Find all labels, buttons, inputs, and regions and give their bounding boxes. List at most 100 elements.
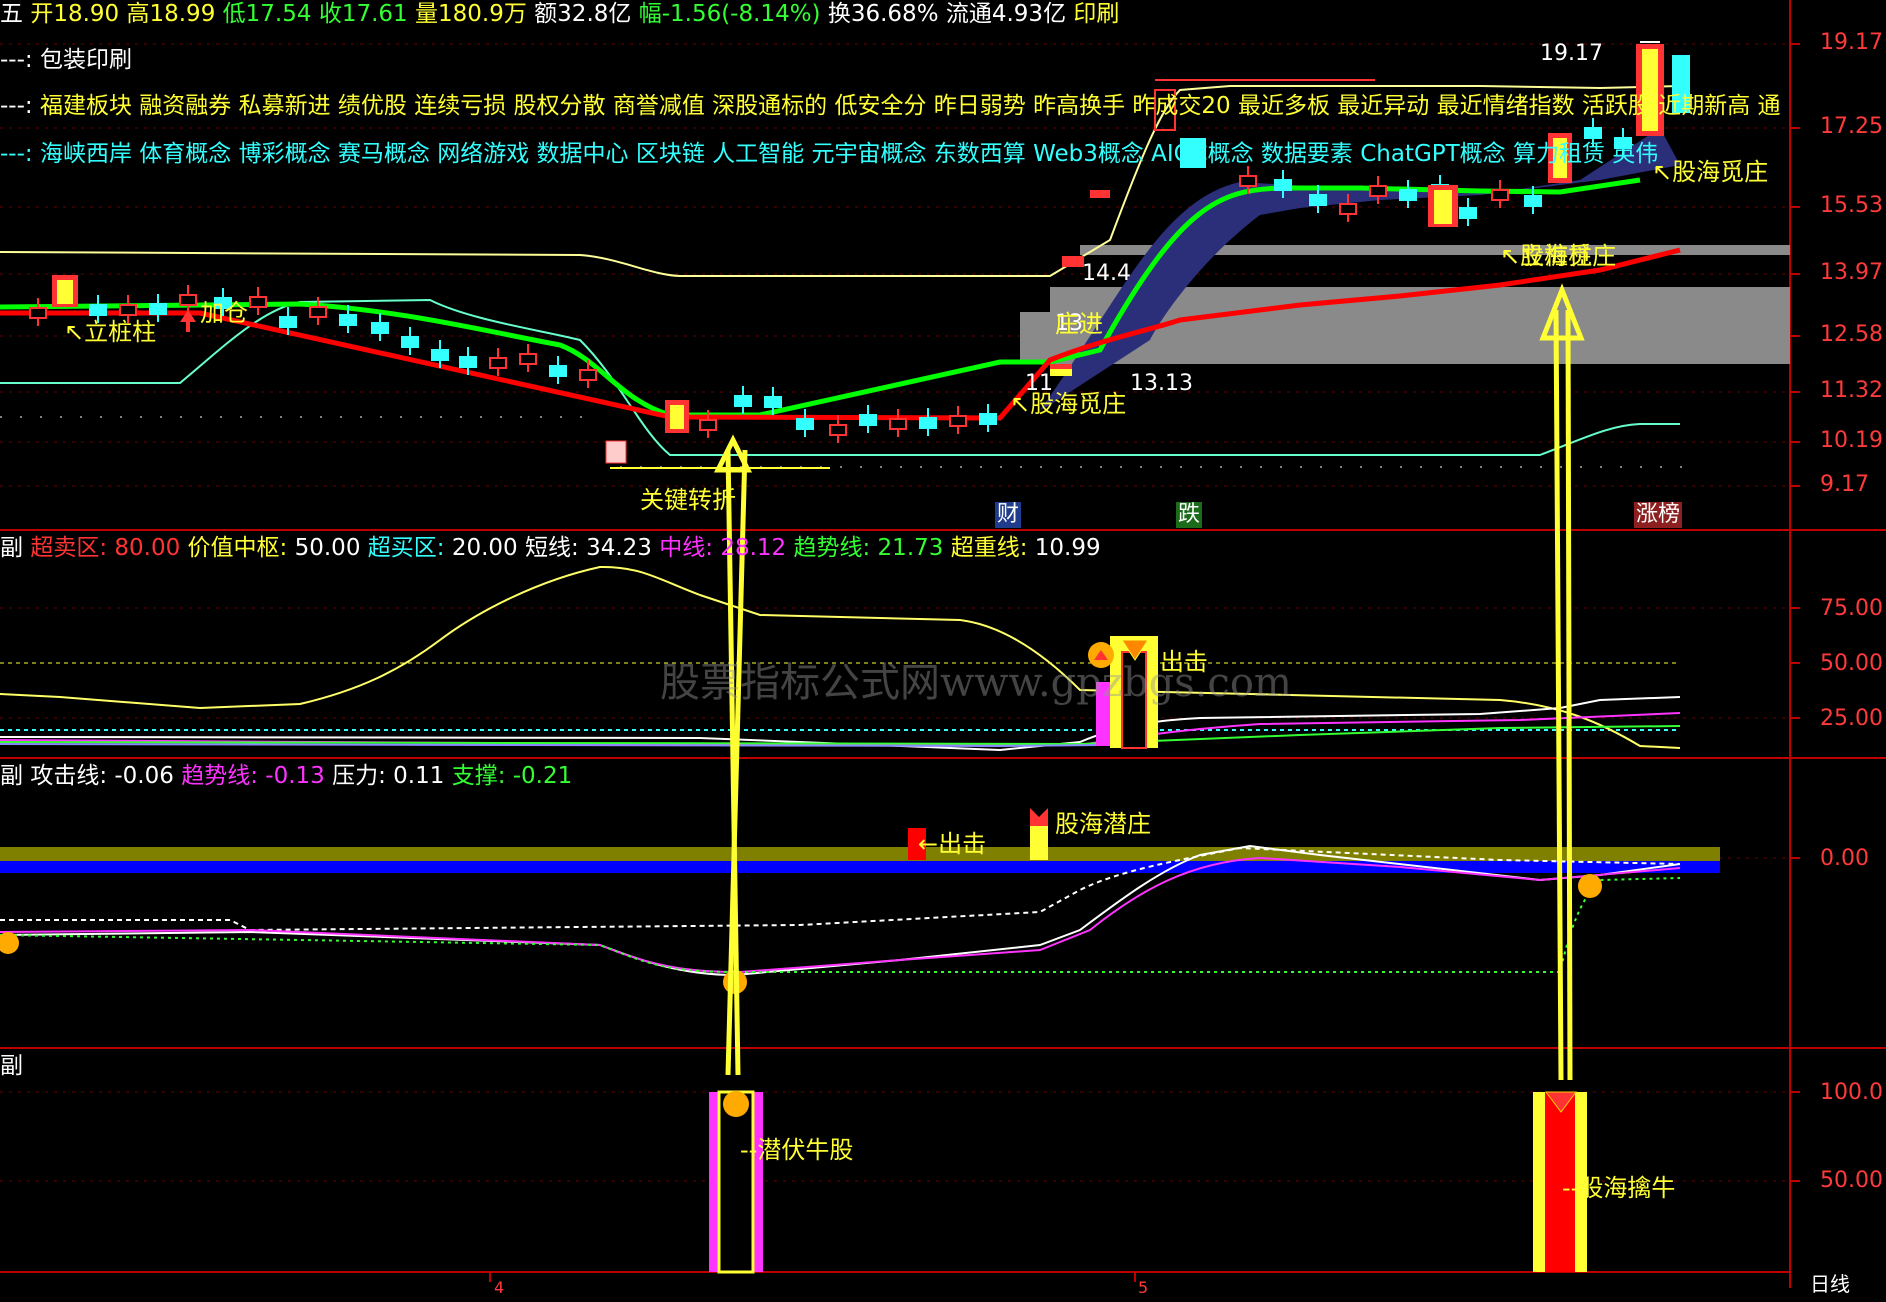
turnover: 换36.68% (827, 1, 939, 27)
annotation-label: 关键转折 (640, 486, 736, 514)
open-price: 开18.90 (30, 1, 120, 27)
event-badge-rank[interactable]: 涨榜 (1634, 502, 1683, 528)
close-price: 收17.61 (318, 1, 408, 27)
header-prefix: 五 (0, 1, 23, 27)
legend-name: 压力: (332, 763, 386, 789)
kline-chart-canvas[interactable] (0, 0, 1886, 1288)
candle-body (979, 413, 997, 425)
legend-value: 21.73 (877, 535, 944, 561)
candle-body (1524, 195, 1542, 207)
candle-body (829, 424, 847, 436)
legend-value: -0.06 (114, 763, 174, 789)
legend-name: 超重线: (950, 535, 1028, 561)
candle-body (1369, 185, 1387, 197)
legend-name: 超卖区: (30, 535, 108, 561)
price-axis-label: 12.58 (1820, 322, 1883, 347)
candle-body (579, 369, 597, 381)
candle-body (519, 353, 537, 365)
row-text: 福建板块 融资融券 私募新进 绩优股 连续亏损 股权分散 商誉减值 深股通标的 … (39, 93, 1781, 119)
row-prefix: ---: (0, 93, 33, 119)
month-mark: 5 (1138, 1278, 1149, 1297)
candle-body (796, 418, 814, 430)
candle-body (1584, 127, 1602, 139)
bull-axis-label: 100.0 (1820, 1080, 1883, 1105)
price-grid (0, 43, 1790, 1182)
legend-value: 28.12 (720, 535, 787, 561)
price-axis-label: 9.17 (1820, 472, 1869, 497)
row-prefix: ---: (0, 47, 33, 73)
concept-row-2: ---: 福建板块 融资融券 私募新进 绩优股 连续亏损 股权分散 商誉减值 深… (0, 92, 1790, 120)
legend-value: 0.11 (393, 763, 445, 789)
legend-value: -0.21 (512, 763, 573, 789)
price-marker: 13.13 (1130, 371, 1193, 396)
legend-name: 价值中枢: (187, 535, 288, 561)
high-price: 高18.99 (126, 1, 216, 27)
event-badge-drop[interactable]: 跌 (1176, 502, 1203, 528)
candle-body (1239, 175, 1257, 187)
concept-row-1: ---: 包装印刷 (0, 46, 132, 74)
candle-body (949, 415, 967, 427)
bull-panel (709, 1090, 1587, 1274)
candle-body (279, 316, 297, 328)
row-text: 包装印刷 (39, 47, 132, 73)
candle-body (249, 296, 267, 308)
signal-lurk: 股海潜庄 (1055, 810, 1151, 838)
catch-bull-label: --股海擒牛 (1562, 1174, 1676, 1202)
low-price: 低17.54 (222, 1, 312, 27)
candle-body (549, 365, 567, 377)
annotation-label: 加仓 (200, 299, 248, 327)
panel-prefix: 副 (0, 763, 23, 789)
candle-body (401, 336, 419, 348)
candle-body (919, 417, 937, 429)
price-axis-label: 13.97 (1820, 260, 1883, 285)
annotation-label: ↖立桩柱 (1500, 242, 1593, 270)
legend-name: 攻击线: (30, 763, 108, 789)
float-cap: 流通4.93亿 (945, 1, 1067, 27)
legend-name: 趋势线: (181, 763, 258, 789)
candle-body (1491, 189, 1509, 201)
annotation-label: ↖股海觅庄 (1010, 390, 1127, 418)
price-axis-label: 17.25 (1820, 114, 1883, 139)
candle-body (1459, 207, 1477, 219)
oscillator-axis-label: 25.00 (1820, 706, 1883, 731)
price-axis-label: 10.19 (1820, 428, 1883, 453)
change: 幅-1.56(-8.14%) (638, 1, 821, 27)
oscillator-axis-label: 50.00 (1820, 651, 1883, 676)
panel-prefix: 副 (0, 535, 23, 561)
quote-header: 五 开18.90 高18.99 低17.54 收17.61 量180.9万 额3… (0, 0, 1119, 28)
legend-value: 34.23 (586, 535, 652, 561)
legend-name: 趋势线: (793, 535, 871, 561)
event-badge-finance[interactable]: 财 (995, 502, 1022, 528)
panel4-prefix: 副 (0, 1053, 23, 1079)
attack-legend: 副 攻击线: -0.06 趋势线: -0.13 压力: 0.11 支撑: -0.… (0, 762, 572, 790)
candle-body (339, 314, 357, 326)
legend-name: 短线: (525, 535, 579, 561)
concept-row-3: ---: 海峡西岸 体育概念 博彩概念 赛马概念 网络游戏 数据中心 区块链 人… (0, 140, 1790, 168)
candle-body (459, 356, 477, 368)
legend-name: 支撑: (451, 763, 506, 789)
month-mark: 4 (494, 1278, 505, 1297)
candle-body (1274, 179, 1292, 191)
oscillator-legend: 副 超卖区: 80.00 价值中枢: 50.00 超买区: 20.00 短线: … (0, 534, 1101, 562)
price-axis-label: 11.32 (1820, 378, 1883, 403)
legend-value: 80.00 (114, 535, 181, 561)
candle-body (764, 396, 782, 408)
candle-body (1399, 189, 1417, 201)
legend-name: 超买区: (367, 535, 445, 561)
candle-body (889, 418, 907, 430)
candle-body (179, 294, 197, 306)
price-axis-label: 19.17 (1820, 30, 1883, 55)
candle-body (699, 419, 717, 431)
legend-value: 20.00 (451, 535, 518, 561)
period-label[interactable]: 日线 (1810, 1270, 1850, 1298)
price-marker: 14.4 (1082, 261, 1131, 286)
panel-frame (0, 0, 1886, 1288)
candle-body (29, 307, 47, 319)
price-axis-label: 15.53 (1820, 193, 1883, 218)
candle-body (371, 322, 389, 334)
volume: 量180.9万 (415, 1, 527, 27)
catch-bull-text: 股海擒牛 (1579, 1174, 1676, 1202)
annotation-label: 庄进 (1055, 310, 1103, 338)
legend-value: 10.99 (1034, 535, 1101, 561)
candle-body (1309, 194, 1327, 206)
